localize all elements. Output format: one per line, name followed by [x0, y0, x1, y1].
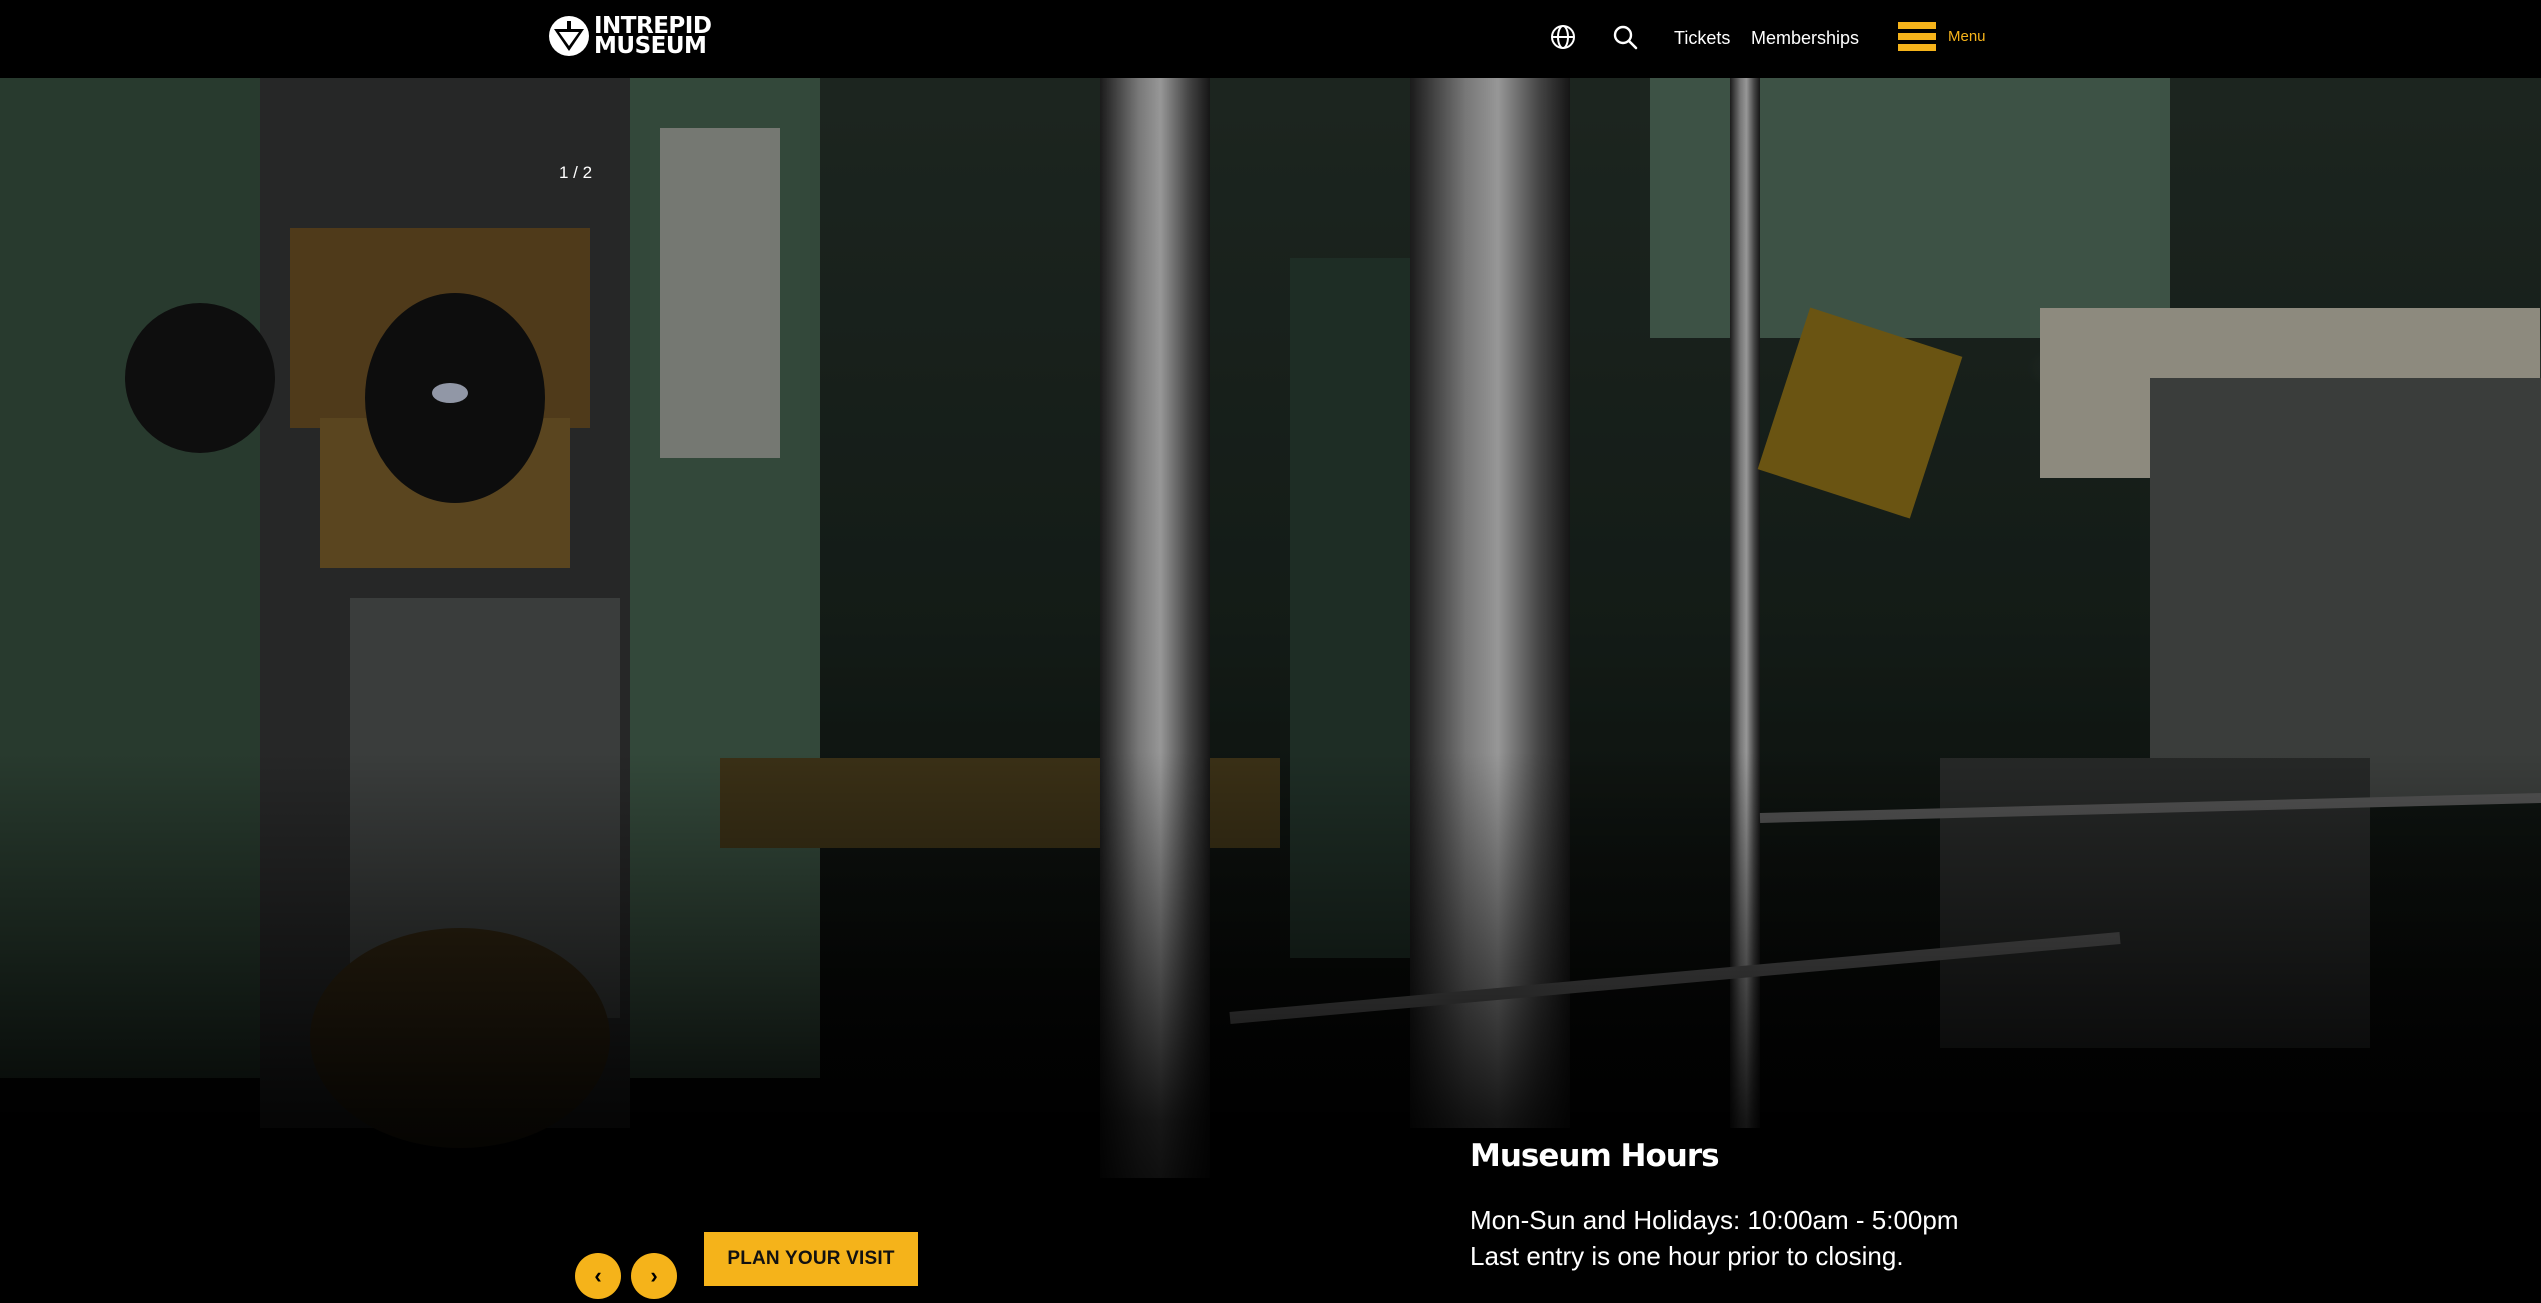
museum-hours-title: Museum Hours — [1470, 1138, 1720, 1174]
nav-memberships-link[interactable]: Memberships — [1751, 27, 1859, 49]
museum-hours-schedule: Mon-Sun and Holidays: 10:00am - 5:00pm — [1470, 1205, 1959, 1235]
nav-tickets-link[interactable]: Tickets — [1674, 27, 1730, 49]
chevron-left-icon: ‹ — [594, 1263, 602, 1288]
museum-hours-last-entry: Last entry is one hour prior to closing. — [1470, 1241, 1904, 1271]
hero-carousel: 1 / 2 ‹ › PLAN YOUR VISIT Museum Hours M… — [0, 78, 2541, 1303]
chevron-right-icon: › — [650, 1263, 658, 1288]
previous-slide-button[interactable]: ‹ — [575, 1253, 621, 1299]
logo-emblem-icon — [549, 16, 589, 56]
menu-button[interactable]: Menu — [1898, 22, 1986, 51]
slide-counter: 1 / 2 — [559, 163, 593, 182]
next-slide-button[interactable]: › — [631, 1253, 677, 1299]
museum-hours-panel: Museum Hours Mon-Sun and Holidays: 10:00… — [1470, 1138, 1959, 1274]
site-header: INTREPID MUSEUM Tickets Memberships Menu — [0, 0, 2541, 78]
menu-label: Menu — [1948, 27, 1986, 45]
logo-wordmark: INTREPID MUSEUM — [594, 15, 712, 59]
hamburger-icon — [1898, 22, 1936, 51]
plan-your-visit-button[interactable]: PLAN YOUR VISIT — [704, 1232, 918, 1286]
logo-line-2: MUSEUM — [594, 33, 707, 59]
globe-icon[interactable] — [1550, 24, 1576, 50]
intrepid-museum-logo[interactable]: INTREPID MUSEUM — [548, 14, 712, 59]
submarine-interior-background — [0, 78, 2541, 1303]
search-icon[interactable] — [1612, 24, 1638, 50]
